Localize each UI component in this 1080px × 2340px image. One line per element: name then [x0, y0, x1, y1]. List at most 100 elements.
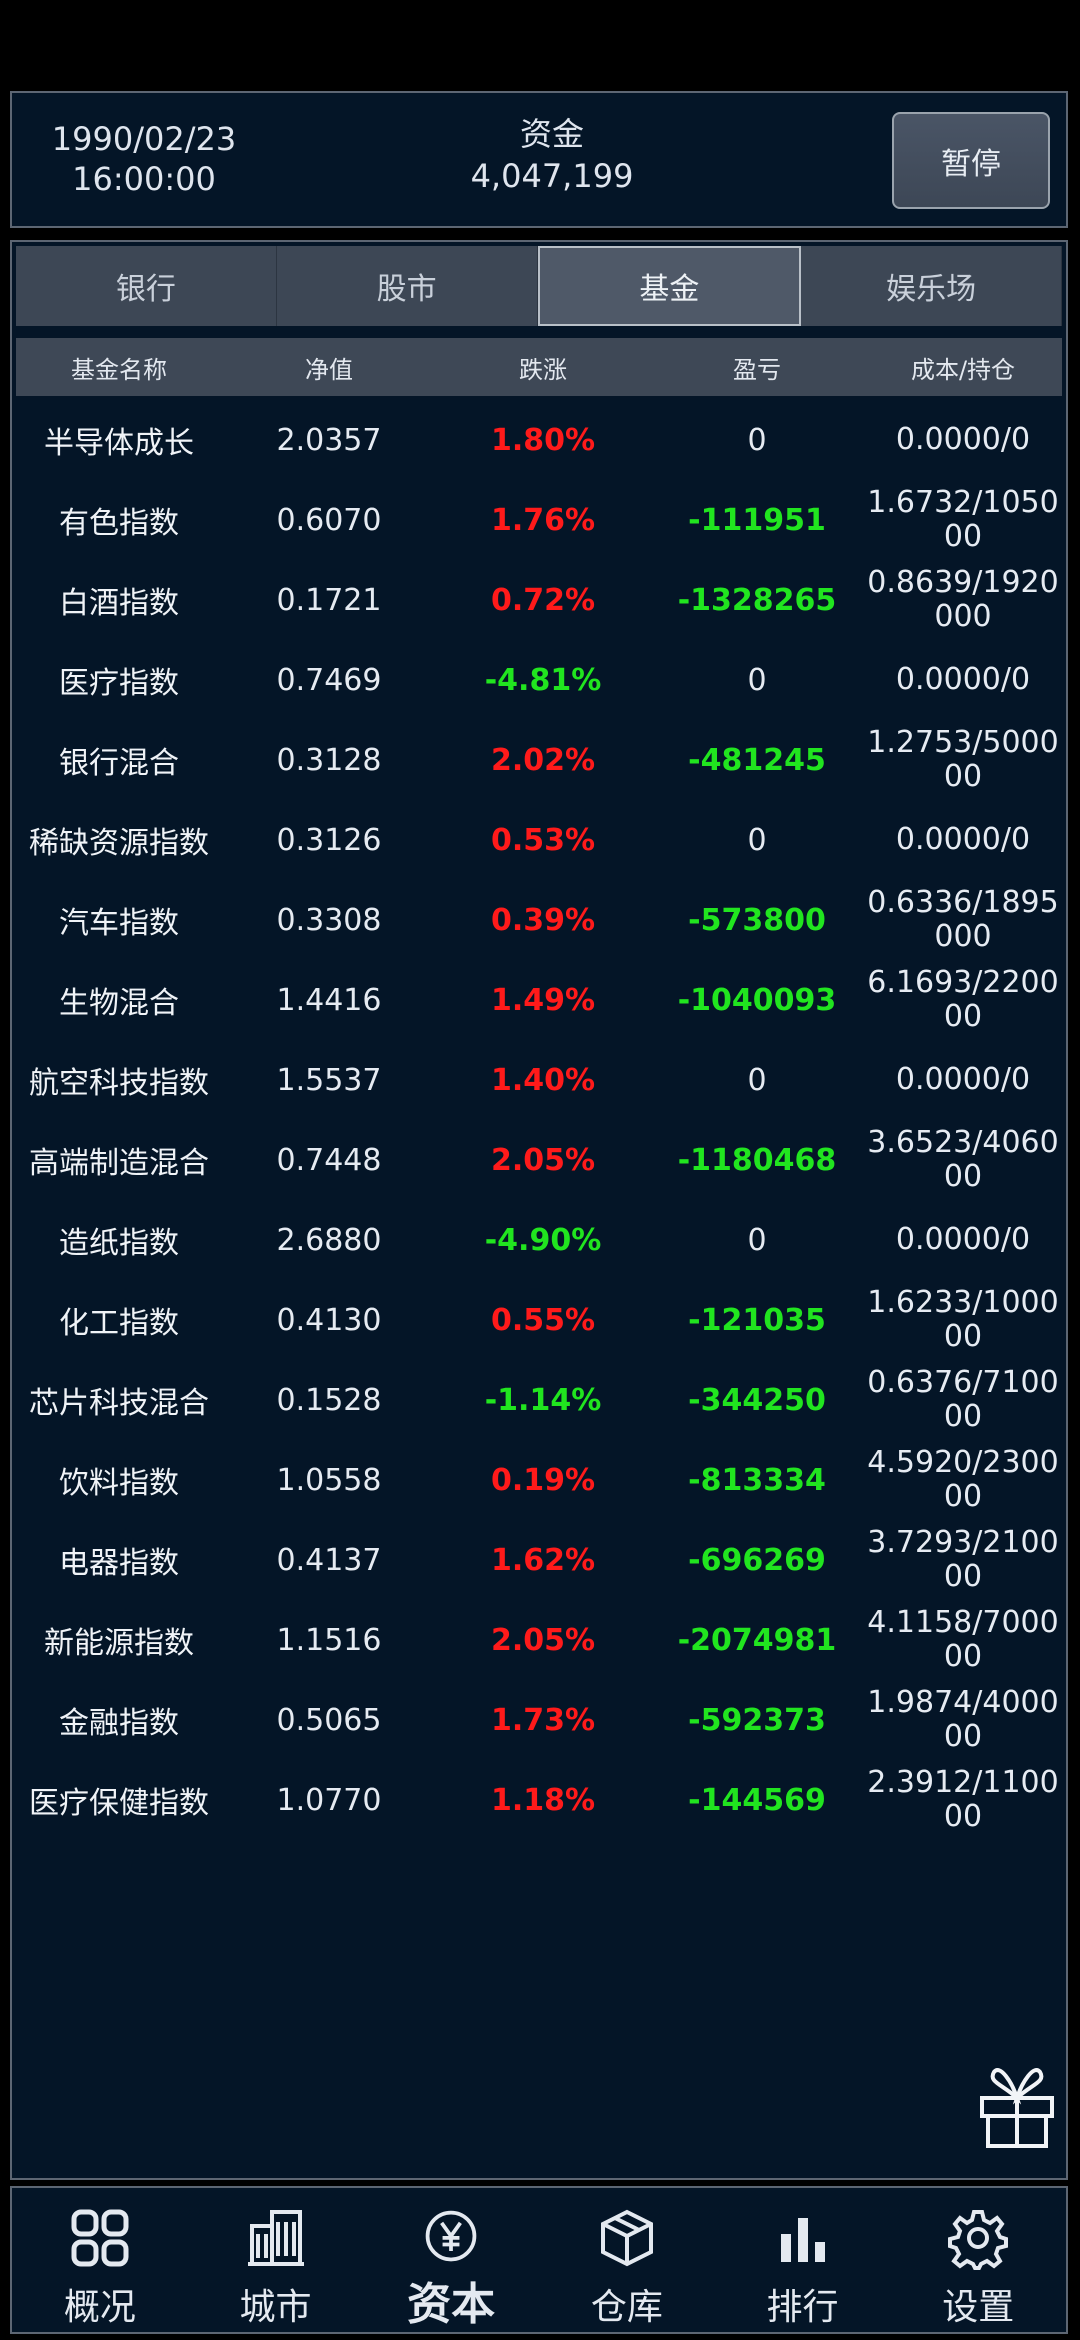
table-row[interactable]: 芯片科技混合 0.1528 -1.14% -344250 0.6376/710000 [16, 1360, 1062, 1440]
tab-fund[interactable]: 基金 [537, 246, 802, 326]
header-change[interactable]: 跌涨 [436, 350, 650, 385]
fund-pnl: -696269 [688, 1542, 826, 1578]
table-row[interactable]: 有色指数 0.6070 1.76% -111951 1.6732/105000 [16, 480, 1062, 560]
nav-ranking[interactable]: 排行 [715, 2188, 891, 2332]
fund-pnl: 0 [747, 662, 767, 698]
grid-icon [71, 2209, 129, 2267]
nav-label: 设置 [942, 2287, 1015, 2328]
game-datetime: 1990/02/23 16:00:00 [34, 119, 254, 199]
table-row[interactable]: 银行混合 0.3128 2.02% -481245 1.2753/500000 [16, 720, 1062, 800]
fund-change: 2.05% [490, 1622, 596, 1658]
table-row[interactable]: 白酒指数 0.1721 0.72% -1328265 0.8639/1920000 [16, 560, 1062, 640]
fund-cost-holding: 0.0000/0 [895, 1223, 1031, 1257]
table-row[interactable]: 饮料指数 1.0558 0.19% -813334 4.5920/230000 [16, 1440, 1062, 1520]
tab-casino[interactable]: 娱乐场 [801, 246, 1062, 326]
bottom-nav: 概况 城市 资本 仓库 排行 设置 [10, 2186, 1068, 2334]
fund-change: 1.49% [490, 982, 596, 1018]
fund-cost-holding: 1.9874/400000 [867, 1686, 1059, 1754]
fund-cost-holding: 3.7293/210000 [867, 1526, 1059, 1594]
table-row[interactable]: 高端制造混合 0.7448 2.05% -1180468 3.6523/406000 [16, 1120, 1062, 1200]
table-row[interactable]: 半导体成长 2.0357 1.80% 0 0.0000/0 [16, 400, 1062, 480]
table-row[interactable]: 新能源指数 1.1516 2.05% -2074981 4.1158/700000 [16, 1600, 1062, 1680]
fund-nav: 0.7469 [276, 662, 382, 698]
fund-change: 2.05% [490, 1142, 596, 1178]
table-row[interactable]: 医疗指数 0.7469 -4.81% 0 0.0000/0 [16, 640, 1062, 720]
fund-change: -1.14% [484, 1382, 602, 1418]
fund-pnl: 0 [747, 1222, 767, 1258]
game-date: 1990/02/23 [51, 120, 237, 158]
fund-cost-holding: 1.6732/105000 [867, 486, 1059, 554]
nav-capital[interactable]: 资本 [363, 2188, 539, 2332]
header-nav[interactable]: 净值 [222, 350, 436, 385]
nav-settings[interactable]: 设置 [890, 2188, 1066, 2332]
fund-name: 造纸指数 [59, 1226, 179, 1261]
table-row[interactable]: 航空科技指数 1.5537 1.40% 0 0.0000/0 [16, 1040, 1062, 1120]
nav-city[interactable]: 城市 [188, 2188, 364, 2332]
header-cost-holding[interactable]: 成本/持仓 [864, 350, 1062, 385]
fund-change: -4.90% [484, 1222, 602, 1258]
fund-nav: 0.3308 [276, 902, 382, 938]
table-row[interactable]: 金融指数 0.5065 1.73% -592373 1.9874/400000 [16, 1680, 1062, 1760]
fund-pnl: 0 [747, 1062, 767, 1098]
table-row[interactable]: 生物混合 1.4416 1.49% -1040093 6.1693/220000 [16, 960, 1062, 1040]
tab-bank[interactable]: 银行 [16, 246, 277, 326]
fund-change: 1.80% [490, 422, 596, 458]
fund-cost-holding: 0.6336/1895000 [867, 886, 1059, 954]
table-row[interactable]: 医疗保健指数 1.0770 1.18% -144569 2.3912/110000 [16, 1760, 1062, 1840]
fund-nav: 1.1516 [276, 1622, 382, 1658]
nav-label: 城市 [239, 2287, 312, 2328]
box-icon [600, 2209, 653, 2267]
nav-label: 排行 [766, 2287, 839, 2328]
fund-pnl: -344250 [688, 1382, 826, 1418]
game-time: 16:00:00 [72, 160, 216, 198]
funds-display: 资金 4,047,199 [412, 113, 692, 197]
fund-change: 1.76% [490, 502, 596, 538]
fund-change: 0.72% [490, 582, 596, 618]
table-row[interactable]: 汽车指数 0.3308 0.39% -573800 0.6336/1895000 [16, 880, 1062, 960]
table-row[interactable]: 造纸指数 2.6880 -4.90% 0 0.0000/0 [16, 1200, 1062, 1280]
fund-nav: 0.1528 [276, 1382, 382, 1418]
fund-name: 航空科技指数 [29, 1066, 209, 1101]
fund-name: 芯片科技混合 [29, 1386, 209, 1421]
gift-icon[interactable] [972, 2062, 1062, 2152]
table-row[interactable]: 电器指数 0.4137 1.62% -696269 3.7293/210000 [16, 1520, 1062, 1600]
header-fund-name[interactable]: 基金名称 [16, 350, 222, 385]
nav-label: 仓库 [590, 2287, 663, 2328]
fund-nav: 0.3126 [276, 822, 382, 858]
fund-pnl: -592373 [688, 1702, 826, 1738]
bar-chart-icon [780, 2218, 825, 2262]
game-header: 1990/02/23 16:00:00 资金 4,047,199 暂停 [10, 91, 1068, 228]
fund-change: 0.55% [490, 1302, 596, 1338]
fund-cost-holding: 3.6523/406000 [867, 1126, 1059, 1194]
table-row[interactable]: 化工指数 0.4130 0.55% -121035 1.6233/100000 [16, 1280, 1062, 1360]
fund-nav: 1.0558 [276, 1462, 382, 1498]
fund-name: 生物混合 [59, 986, 179, 1021]
fund-nav: 2.6880 [276, 1222, 382, 1258]
fund-cost-holding: 1.2753/500000 [867, 726, 1059, 794]
fund-pnl: 0 [747, 822, 767, 858]
fund-change: 1.73% [490, 1702, 596, 1738]
nav-warehouse[interactable]: 仓库 [539, 2188, 715, 2332]
table-row[interactable]: 稀缺资源指数 0.3126 0.53% 0 0.0000/0 [16, 800, 1062, 880]
header-pnl[interactable]: 盈亏 [650, 350, 864, 385]
fund-pnl: -1180468 [677, 1142, 837, 1178]
fund-cost-holding: 0.0000/0 [895, 823, 1031, 857]
fund-nav: 2.0357 [276, 422, 382, 458]
fund-cost-holding: 0.6376/710000 [867, 1366, 1059, 1434]
fund-change: 0.53% [490, 822, 596, 858]
fund-name: 半导体成长 [44, 426, 194, 461]
tab-stock[interactable]: 股市 [276, 246, 538, 326]
fund-name: 新能源指数 [44, 1626, 194, 1661]
fund-change: 2.02% [490, 742, 596, 778]
nav-overview[interactable]: 概况 [12, 2188, 188, 2332]
pause-button[interactable]: 暂停 [892, 112, 1050, 209]
fund-list: 半导体成长 2.0357 1.80% 0 0.0000/0 有色指数 0.6070 1.76%… [16, 400, 1062, 1840]
fund-cost-holding: 0.0000/0 [895, 663, 1031, 697]
fund-name: 汽车指数 [59, 906, 179, 941]
fund-nav: 0.7448 [276, 1142, 382, 1178]
funds-value: 4,047,199 [470, 157, 634, 195]
fund-pnl: -813334 [688, 1462, 826, 1498]
fund-cost-holding: 4.5920/230000 [867, 1446, 1059, 1514]
fund-pnl: 0 [747, 422, 767, 458]
fund-pnl: -1328265 [677, 582, 837, 618]
